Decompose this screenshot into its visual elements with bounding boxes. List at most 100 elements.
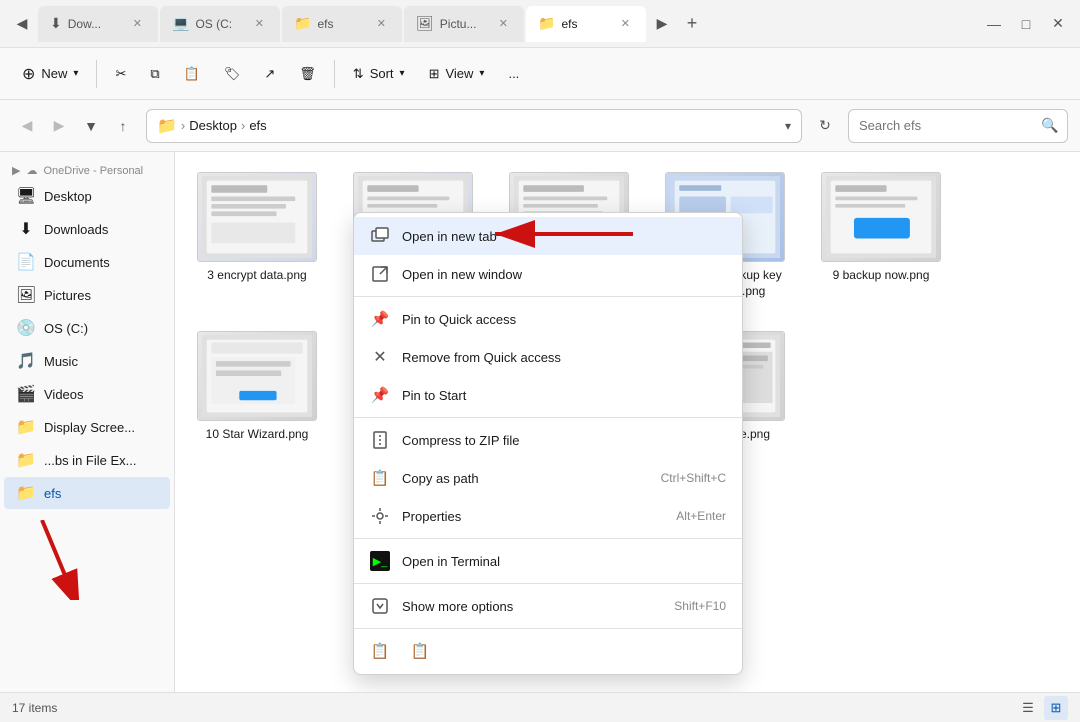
cm-remove-quick-label: Remove from Quick access	[402, 350, 726, 365]
refresh-button[interactable]: ↻	[810, 111, 840, 141]
onedrive-section[interactable]: ▶ ☁ OneDrive - Personal	[0, 160, 174, 179]
new-label: New	[41, 66, 67, 81]
view-button[interactable]: ⊞ View ▾	[419, 60, 495, 88]
tabs-back-arrow[interactable]: ◀	[8, 10, 36, 38]
tab-pictures[interactable]: 🖼 Pictu... ✕	[404, 6, 524, 42]
share-button[interactable]: ↗	[254, 60, 285, 88]
tab-efs-close[interactable]: ✕	[617, 15, 634, 32]
search-icon[interactable]: 🔍	[1041, 117, 1058, 134]
sidebar-item-desktop-label: Desktop	[44, 189, 92, 204]
breadcrumb-bar[interactable]: 📁 › Desktop › efs ▾	[146, 109, 802, 143]
sidebar-item-pictures[interactable]: 🖼 Pictures	[4, 279, 170, 311]
file-item-5[interactable]: 10 Star Wizard.png	[187, 323, 327, 451]
tab-osc[interactable]: 💻 OS (C: ✕	[160, 6, 280, 42]
cm-open-new-tab[interactable]: Open in new tab	[354, 217, 742, 255]
new-icon: ⊕	[22, 64, 35, 84]
cm-pin-start[interactable]: 📌 Pin to Start	[354, 376, 742, 414]
cm-copy-path[interactable]: 📋 Copy as path Ctrl+Shift+C	[354, 459, 742, 497]
tab-efs2-label: efs	[317, 17, 333, 31]
addressbar: ◀ ▶ ▼ ↑ 📁 › Desktop › efs ▾ ↻ 🔍	[0, 100, 1080, 152]
sidebar-item-documents[interactable]: 📄 Documents	[4, 246, 170, 278]
cm-open-terminal[interactable]: ▶_ Open in Terminal	[354, 542, 742, 580]
tab-pictures-label: Pictu...	[440, 17, 477, 31]
toolbar-sep-1	[96, 60, 97, 88]
sidebar-item-displayscreen[interactable]: 📁 Display Scree...	[4, 411, 170, 443]
tab-pictures-close[interactable]: ✕	[495, 15, 512, 32]
close-button[interactable]: ✕	[1044, 10, 1072, 38]
tab-efs2[interactable]: 📁 efs ✕	[282, 6, 402, 42]
paste-button[interactable]: 📋	[174, 60, 210, 88]
statusbar: 17 items ☰ ⊞	[0, 692, 1080, 722]
tab-downloads[interactable]: ⬇ Dow... ✕	[38, 6, 158, 42]
list-view-button[interactable]: ☰	[1016, 696, 1040, 720]
search-bar: 🔍	[848, 109, 1068, 143]
file-item-0[interactable]: 3 encrypt data.png	[187, 164, 327, 307]
cut-button[interactable]: ✂	[105, 60, 136, 88]
sidebar-item-osc-label: OS (C:)	[44, 321, 88, 336]
view-label: View	[445, 66, 473, 81]
tab-downloads-close[interactable]: ✕	[129, 15, 146, 32]
tab-osc-close[interactable]: ✕	[251, 15, 268, 32]
cm-properties-icon	[370, 506, 390, 526]
sort-dropdown-icon: ▾	[400, 68, 405, 79]
breadcrumb-desktop[interactable]: Desktop	[189, 118, 237, 133]
new-tab-button[interactable]: +	[678, 10, 706, 38]
maximize-button[interactable]: □	[1012, 10, 1040, 38]
cm-pin-start-icon: 📌	[370, 385, 390, 405]
sidebar-item-osc[interactable]: 💿 OS (C:)	[4, 312, 170, 344]
more-label: ...	[508, 66, 519, 81]
up-button[interactable]: ↑	[108, 111, 138, 141]
cm-show-more-shortcut: Shift+F10	[674, 599, 726, 613]
file-thumbnail-4	[821, 172, 941, 262]
tab-osc-label: OS (C:	[195, 17, 232, 31]
cm-properties[interactable]: Properties Alt+Enter	[354, 497, 742, 535]
tabs-forward-arrow[interactable]: ▶	[648, 10, 676, 38]
sidebar-item-efs[interactable]: 📁 efs	[4, 477, 170, 509]
tab-efs2-icon: 📁	[294, 15, 311, 32]
cm-remove-quick[interactable]: ✕ Remove from Quick access	[354, 338, 742, 376]
history-button[interactable]: ▼	[76, 111, 106, 141]
tab-efs2-close[interactable]: ✕	[373, 15, 390, 32]
new-button[interactable]: ⊕ New ▾	[12, 58, 88, 90]
tab-efs-active[interactable]: 📁 efs ✕	[526, 6, 646, 42]
cm-copy-bottom-icon: 📋	[370, 641, 390, 661]
cm-sep-1	[354, 296, 742, 297]
back-button[interactable]: ◀	[12, 111, 42, 141]
delete-icon: 🗑	[299, 66, 316, 82]
sidebar-item-downloads-label: Downloads	[44, 222, 108, 237]
search-input[interactable]	[859, 118, 1035, 133]
cm-open-new-window[interactable]: Open in new window	[354, 255, 742, 293]
sidebar-item-music[interactable]: 🎵 Music	[4, 345, 170, 377]
sidebar-item-desktop[interactable]: 🖥 Desktop	[4, 180, 170, 212]
sidebar-item-music-label: Music	[44, 354, 78, 369]
sort-label: Sort	[370, 66, 394, 81]
file-name-5: 10 Star Wizard.png	[206, 427, 309, 443]
delete-button[interactable]: 🗑	[289, 60, 326, 88]
cm-show-more[interactable]: Show more options Shift+F10	[354, 587, 742, 625]
sidebar-item-videos-label: Videos	[44, 387, 84, 402]
breadcrumb-efs[interactable]: efs	[249, 118, 266, 133]
grid-view-button[interactable]: ⊞	[1044, 696, 1068, 720]
cm-compress-zip[interactable]: Compress to ZIP file	[354, 421, 742, 459]
sidebar-item-pictures-label: Pictures	[44, 288, 91, 303]
rename-button[interactable]: 🏷	[214, 60, 251, 88]
sidebar-item-videos[interactable]: 🎬 Videos	[4, 378, 170, 410]
cm-copy-path-label: Copy as path	[402, 471, 649, 486]
forward-button[interactable]: ▶	[44, 111, 74, 141]
cm-pin-quick[interactable]: 📌 Pin to Quick access	[354, 300, 742, 338]
sidebar-item-filesex[interactable]: 📁 ...bs in File Ex...	[4, 444, 170, 476]
cm-pin-quick-label: Pin to Quick access	[402, 312, 726, 327]
sidebar-item-downloads[interactable]: ⬇ Downloads	[4, 213, 170, 245]
file-item-4[interactable]: 9 backup now.png	[811, 164, 951, 307]
cm-open-new-window-icon	[370, 264, 390, 284]
copy-button[interactable]: ⧉	[140, 60, 169, 88]
cm-copy-paste-icons[interactable]: 📋 📋	[354, 632, 742, 670]
tab-downloads-icon: ⬇	[50, 15, 62, 32]
more-button[interactable]: ...	[498, 60, 529, 87]
sidebar-item-displayscreen-label: Display Scree...	[44, 420, 135, 435]
minimize-button[interactable]: —	[980, 10, 1008, 38]
sort-button[interactable]: ⇅ Sort ▾	[343, 60, 415, 88]
efs-icon: 📁	[16, 483, 36, 503]
breadcrumb-dropdown-icon[interactable]: ▾	[785, 119, 791, 133]
view-dropdown-icon: ▾	[479, 68, 484, 79]
